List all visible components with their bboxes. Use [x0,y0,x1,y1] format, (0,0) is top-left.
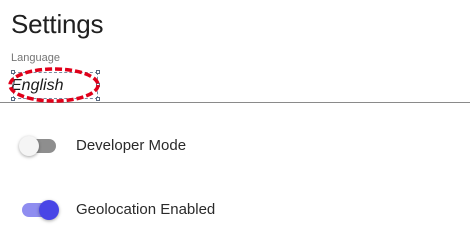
developer-mode-toggle-thumb[interactable] [19,136,39,156]
resize-handle-bottom-left[interactable] [11,97,15,101]
developer-mode-toggle[interactable] [19,136,56,156]
language-select[interactable]: Language English [0,52,470,104]
resize-handle-middle-right[interactable] [96,83,100,87]
page-title: Settings [11,9,104,39]
language-label: Language [11,52,60,64]
language-underline [0,102,470,103]
developer-mode-row[interactable]: Developer Mode [0,127,470,167]
geolocation-toggle-thumb[interactable] [39,200,59,220]
resize-handle-bottom-right[interactable] [96,97,100,101]
resize-handle-top-left[interactable] [11,70,15,74]
language-value[interactable]: English [11,76,63,96]
geolocation-row[interactable]: Geolocation Enabled [0,191,470,231]
developer-mode-label: Developer Mode [76,137,187,154]
geolocation-toggle[interactable] [22,200,59,220]
geolocation-label: Geolocation Enabled [76,201,216,218]
resize-handle-top-right[interactable] [96,70,100,74]
